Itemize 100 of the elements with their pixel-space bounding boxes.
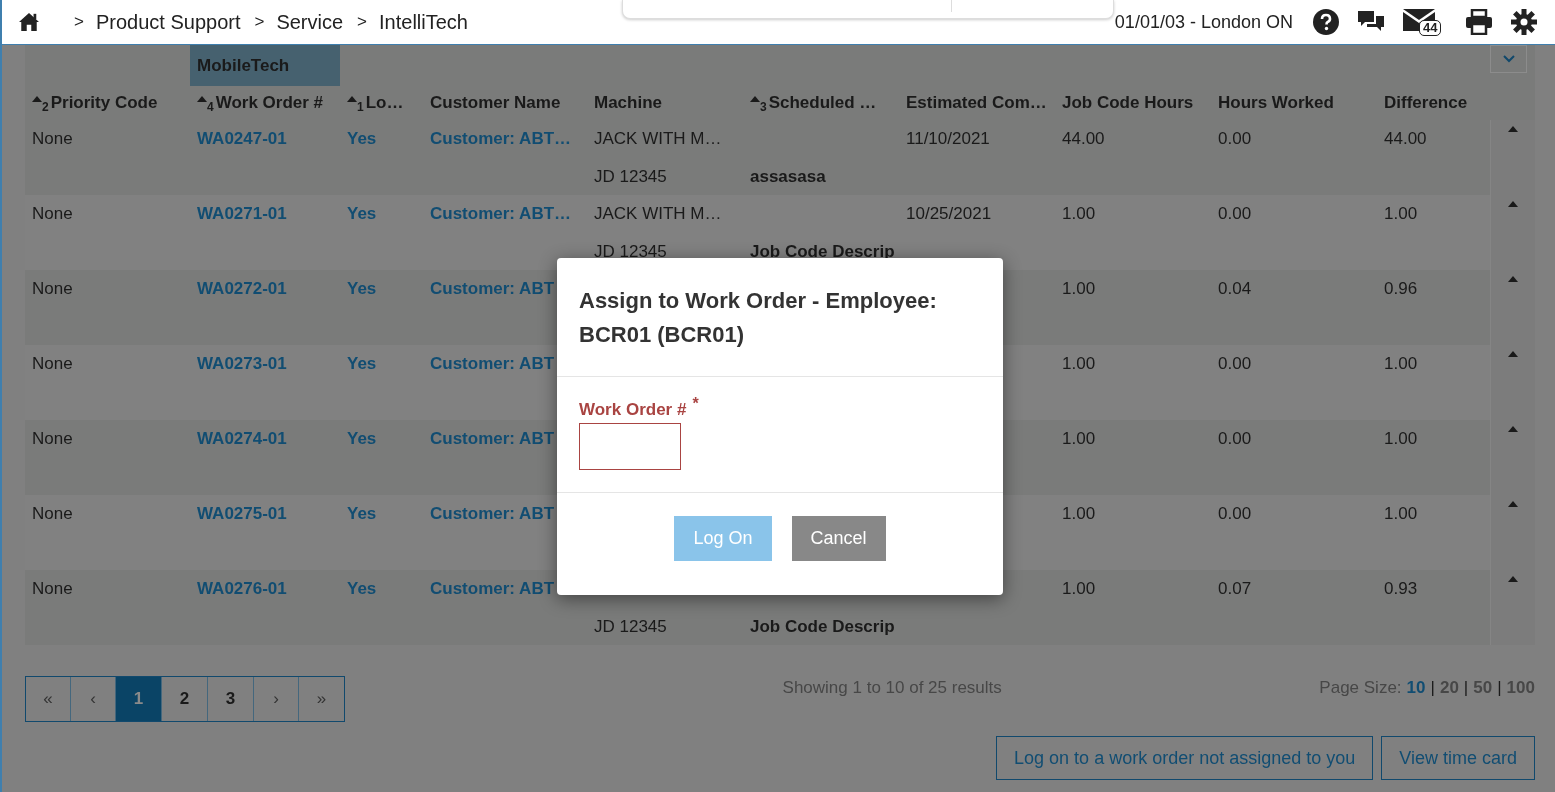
table-cell: None: [32, 579, 73, 598]
page-button[interactable]: ›: [254, 677, 299, 721]
sort-up-icon: [750, 95, 760, 102]
table-cell: None: [32, 129, 73, 148]
table-cell: None: [32, 504, 73, 523]
expand-button[interactable]: [1490, 45, 1527, 73]
page-size-label: Page Size:: [1319, 678, 1402, 698]
column-label: Work Order #: [215, 93, 324, 113]
customer-link[interactable]: Customer: ABT: [430, 579, 555, 598]
field-label: Work Order #: [579, 400, 687, 420]
caret-up-icon: [1508, 201, 1518, 207]
customer-link[interactable]: Customer: ABT…: [430, 204, 572, 223]
settings-icon: [1511, 9, 1537, 35]
dialog-button[interactable]: Cancel: [791, 516, 886, 561]
table-cell: 0.07: [1218, 579, 1252, 598]
page-button[interactable]: »: [299, 677, 344, 721]
table-cell: 0.96: [1384, 279, 1418, 298]
table-cell-link[interactable]: Yes: [347, 429, 377, 448]
customer-link[interactable]: Customer: ABT…: [430, 129, 572, 148]
column-label: Estimated Com…: [906, 93, 1047, 113]
column-label: Scheduled …: [768, 93, 877, 113]
table-cell: 0.00: [1218, 429, 1252, 448]
work-order-link[interactable]: WA0272-01: [197, 279, 287, 298]
table-cell: 1.00: [1062, 579, 1096, 598]
page-button[interactable]: 1: [116, 677, 162, 721]
page-size-link[interactable]: 100: [1506, 678, 1535, 698]
table-cell: 11/10/2021: [906, 129, 990, 148]
table-cell-link[interactable]: Yes: [347, 129, 377, 148]
caret-up-icon: [1508, 276, 1518, 282]
page-button[interactable]: 2: [162, 677, 208, 721]
table-cell-link[interactable]: Yes: [347, 579, 377, 598]
table-cell-link[interactable]: Yes: [347, 204, 377, 223]
customer-link[interactable]: Customer: ABT: [430, 504, 555, 523]
count-badge: 44: [1419, 20, 1442, 36]
action-button[interactable]: View time card: [1381, 736, 1535, 780]
table-cell: 1.00: [1062, 354, 1096, 373]
page-button[interactable]: 3: [208, 677, 254, 721]
table-cell: 10/25/2021: [906, 204, 992, 223]
table-cell: None: [32, 354, 73, 373]
table-cell-text: JD 12345: [594, 167, 668, 187]
table-cell: 1.00: [1062, 504, 1096, 523]
work-order-link[interactable]: WA0275-01: [197, 504, 287, 523]
table-cell: 1.00: [1062, 429, 1096, 448]
customer-link[interactable]: Customer: ABT: [430, 429, 555, 448]
table-cell: None: [32, 429, 73, 448]
breadcrumb-separator: >: [254, 12, 265, 32]
table-cell: 1.00: [1062, 279, 1096, 298]
breadcrumb-separator: >: [357, 12, 368, 32]
results-summary: Showing 1 to 10 of 25 results: [782, 678, 1002, 698]
customer-link[interactable]: Customer: ABT: [430, 279, 555, 298]
caret-up-icon: [1508, 351, 1518, 357]
table-cell-link[interactable]: Yes: [347, 504, 377, 523]
table-cell: 0.00: [1218, 129, 1252, 148]
mail-button[interactable]: 44: [1403, 9, 1447, 35]
page-size-link[interactable]: 10: [1406, 678, 1426, 698]
table-cell: 1.00: [1062, 204, 1096, 223]
work-order-link[interactable]: WA0271-01: [197, 204, 287, 223]
location-text: 01/01/03 - London ON: [1114, 11, 1293, 33]
caret-up-icon: [1508, 126, 1518, 132]
page-size-link[interactable]: 20: [1439, 678, 1459, 698]
table-cell: 44.00: [1062, 129, 1105, 148]
column-label: Priority Code: [50, 93, 158, 113]
table-cell: 1.00: [1384, 504, 1418, 523]
work-order-link[interactable]: WA0273-01: [197, 354, 287, 373]
column-label: Lo…: [365, 93, 404, 113]
sort-order: 1: [357, 99, 364, 114]
work-order-link[interactable]: WA0247-01: [197, 129, 287, 148]
caret-up-icon: [1508, 501, 1518, 507]
table-cell-link[interactable]: Yes: [347, 279, 377, 298]
column-label: Job Code Hours: [1062, 93, 1194, 113]
breadcrumb-separator: >: [74, 12, 84, 32]
table-cell-link[interactable]: Yes: [347, 354, 377, 373]
separator: |: [1463, 678, 1469, 698]
home-button[interactable]: [18, 12, 40, 32]
table-cell: 1.00: [1384, 354, 1418, 373]
column-group-header: MobileTech: [190, 45, 340, 86]
job-description: Job Code Descrip: [750, 617, 896, 637]
page-size-link[interactable]: 50: [1473, 678, 1493, 698]
breadcrumb-link[interactable]: Service: [276, 10, 344, 34]
action-button[interactable]: Log on to a work order not assigned to you: [996, 736, 1374, 780]
work-order-link[interactable]: WA0274-01: [197, 429, 287, 448]
column-label: Difference: [1384, 93, 1468, 113]
table-cell: 0.93: [1384, 579, 1418, 598]
column-label: Hours Worked: [1218, 93, 1334, 113]
sort-up-icon: [197, 95, 207, 102]
work-order-link[interactable]: WA0276-01: [197, 579, 287, 598]
table-cell-text: JACK WITH M…: [594, 204, 723, 224]
separator: |: [1430, 678, 1435, 698]
printer-icon: [1465, 9, 1493, 35]
page-button[interactable]: «: [26, 677, 71, 721]
breadcrumb-link[interactable]: IntelliTech: [379, 10, 468, 34]
customer-link[interactable]: Customer: ABT: [430, 354, 555, 373]
sort-order: 3: [760, 99, 767, 114]
sort-order: 4: [207, 99, 214, 114]
breadcrumb-link[interactable]: Product Support: [95, 10, 241, 34]
table-cell: 1.00: [1384, 429, 1418, 448]
input-field[interactable]: [579, 423, 681, 470]
job-description: Job Code Descrip: [750, 242, 896, 262]
table-cell: 0.00: [1218, 504, 1252, 523]
dialog-title: Assign to Work Order - Employee: BCR01 (BCR01): [579, 287, 938, 349]
